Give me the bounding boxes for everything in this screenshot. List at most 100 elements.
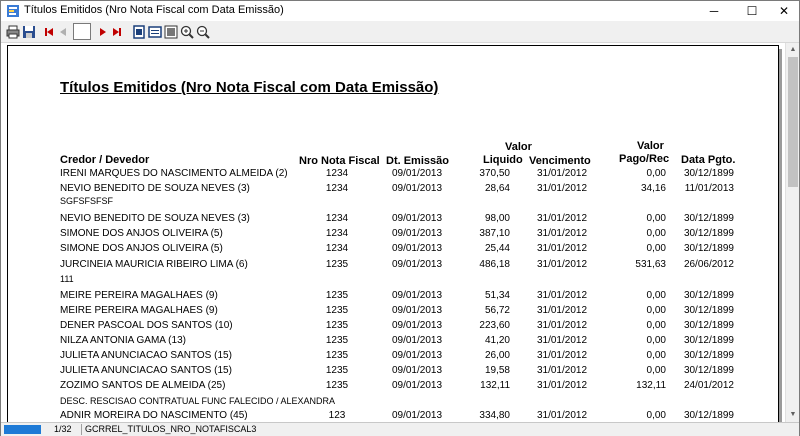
- cell-nro-nota: 1235: [325, 365, 349, 376]
- table-row: ZOZIMO SANTOS DE ALMEIDA (25) 1235 09/01/2…: [0, 380, 784, 394]
- cell-valor-pago: 0,00: [646, 290, 666, 301]
- cell-valor-pago: 0,00: [646, 350, 666, 361]
- cell-data-pgto: 26/06/2012: [683, 259, 734, 270]
- cell-credor: NEVIO BENEDITO DE SOUZA NEVES (3): [60, 213, 250, 224]
- cell-data-pgto: 30/12/1899: [683, 350, 734, 361]
- table-row: MEIRE PEREIRA MAGALHAES (9) 1235 09/01/201…: [0, 305, 784, 319]
- report-name: GCRREL_TITULOS_NRO_NOTAFISCAL3: [85, 424, 257, 434]
- cell-valor-liquido: 51,34: [484, 290, 510, 301]
- header-valor-liquido-line1: Valor: [505, 141, 532, 153]
- cell-nro-nota: 1234: [325, 168, 349, 179]
- cell-nro-nota: 1235: [325, 259, 349, 270]
- table-row: MEIRE PEREIRA MAGALHAES (9) 1235 09/01/201…: [0, 290, 784, 304]
- cell-dt-emissao: 09/01/2013: [391, 350, 443, 361]
- header-valor-liquido-line2: Liquido: [483, 154, 523, 166]
- cell-valor-liquido: 19,58: [484, 365, 510, 376]
- cell-dt-emissao: 09/01/2013: [391, 243, 443, 254]
- cell-vencimento: 31/01/2012: [536, 365, 588, 376]
- cell-credor: JULIETA ANUNCIACAO SANTOS (15): [60, 365, 232, 376]
- cell-valor-pago: 132,11: [636, 380, 666, 391]
- cell-valor-pago: 0,00: [646, 243, 666, 254]
- table-row: SIMONE DOS ANJOS OLIVEIRA (5) 1234 09/01/2…: [0, 243, 784, 257]
- scroll-thumb[interactable]: [788, 57, 798, 187]
- page-counter: 1/32: [54, 424, 72, 434]
- cell-data-pgto: 30/12/1899: [683, 305, 734, 316]
- scroll-down-icon[interactable]: ▼: [789, 411, 797, 419]
- header-vencimento: Vencimento: [529, 155, 591, 167]
- cell-dt-emissao: 09/01/2013: [391, 213, 443, 224]
- cell-dt-emissao: 09/01/2013: [391, 410, 443, 421]
- cell-nro-nota: 1235: [325, 305, 349, 316]
- table-row: SIMONE DOS ANJOS OLIVEIRA (5) 1234 09/01/2…: [0, 228, 784, 242]
- cell-credor: JURCINEIA MAURICIA RIBEIRO LIMA (6): [60, 259, 248, 270]
- cell-valor-pago: 0,00: [646, 320, 666, 331]
- cell-vencimento: 31/01/2012: [536, 243, 588, 254]
- status-divider: [81, 424, 82, 435]
- header-valor-pago-line1: Valor: [637, 140, 664, 152]
- table-row: ADNIR MOREIRA DO NASCIMENTO (45) 123 09/01…: [0, 410, 784, 421]
- header-valor-pago-line2: Pago/Rec: [619, 153, 670, 165]
- cell-valor-liquido: 387,10: [479, 228, 510, 239]
- cell-valor-pago: 0,00: [646, 335, 666, 346]
- cell-valor-pago: 0,00: [646, 305, 666, 316]
- table-row: JURCINEIA MAURICIA RIBEIRO LIMA (6) 1235 0…: [0, 259, 784, 273]
- table-row: JULIETA ANUNCIACAO SANTOS (15) 1235 09/01/…: [0, 350, 784, 364]
- cell-dt-emissao: 09/01/2013: [391, 290, 443, 301]
- cell-dt-emissao: 09/01/2013: [391, 259, 443, 270]
- header-nro-nota: Nro Nota Fiscal: [299, 155, 380, 167]
- vertical-scrollbar[interactable]: ▲ ▼: [785, 43, 799, 422]
- cell-credor: DENER PASCOAL DOS SANTOS (10): [60, 320, 233, 331]
- cell-valor-pago: 0,00: [646, 365, 666, 376]
- header-dt-emissao: Dt. Emissão: [386, 155, 449, 167]
- cell-credor: MEIRE PEREIRA MAGALHAES (9): [60, 290, 218, 301]
- cell-valor-pago: 0,00: [646, 213, 666, 224]
- cell-credor: ZOZIMO SANTOS DE ALMEIDA (25): [60, 380, 226, 391]
- cell-nro-nota: 1234: [325, 243, 349, 254]
- report-content: Títulos Emitidos (Nro Nota Fiscal com Da…: [0, 0, 784, 421]
- cell-valor-liquido: 28,64: [484, 183, 510, 194]
- scroll-up-icon[interactable]: ▲: [789, 46, 797, 54]
- cell-valor-liquido: 370,50: [479, 168, 510, 179]
- cell-dt-emissao: 09/01/2013: [391, 320, 443, 331]
- cell-vencimento: 31/01/2012: [536, 259, 588, 270]
- cell-vencimento: 31/01/2012: [536, 213, 588, 224]
- cell-nro-nota: 1235: [325, 290, 349, 301]
- cell-dt-emissao: 09/01/2013: [391, 335, 443, 346]
- cell-vencimento: 31/01/2012: [536, 168, 588, 179]
- cell-valor-liquido: 223,60: [479, 320, 510, 331]
- cell-data-pgto: 30/12/1899: [683, 410, 734, 421]
- cell-vencimento: 31/01/2012: [536, 410, 588, 421]
- cell-valor-pago: 34,16: [640, 183, 666, 194]
- cell-vencimento: 31/01/2012: [536, 305, 588, 316]
- cell-dt-emissao: 09/01/2013: [391, 183, 443, 194]
- cell-dt-emissao: 09/01/2013: [391, 168, 443, 179]
- table-row: JULIETA ANUNCIACAO SANTOS (15) 1235 09/01/…: [0, 365, 784, 379]
- cell-credor: IRENI MARQUES DO NASCIMENTO ALMEIDA (2): [60, 168, 288, 179]
- cell-dt-emissao: 09/01/2013: [391, 380, 443, 391]
- cell-data-pgto: 30/12/1899: [683, 365, 734, 376]
- cell-vencimento: 31/01/2012: [536, 320, 588, 331]
- cell-nro-nota: 1235: [325, 350, 349, 361]
- header-credor: Credor / Devedor: [60, 154, 150, 166]
- cell-vencimento: 31/01/2012: [536, 335, 588, 346]
- cell-data-pgto: 30/12/1899: [683, 290, 734, 301]
- cell-valor-pago: 0,00: [646, 228, 666, 239]
- cell-nro-nota: 1235: [325, 320, 349, 331]
- cell-credor: NILZA ANTONIA GAMA (13): [60, 335, 186, 346]
- cell-data-pgto: 30/12/1899: [683, 168, 734, 179]
- cell-valor-liquido: 25,44: [484, 243, 510, 254]
- cell-valor-liquido: 486,18: [479, 259, 510, 270]
- cell-vencimento: 31/01/2012: [536, 183, 588, 194]
- cell-nro-nota: 1235: [325, 335, 349, 346]
- cell-vencimento: 31/01/2012: [536, 380, 588, 391]
- cell-valor-liquido: 26,00: [484, 350, 510, 361]
- cell-nro-nota: 123: [328, 410, 346, 421]
- table-row: IRENI MARQUES DO NASCIMENTO ALMEIDA (2) 1…: [0, 168, 784, 182]
- cell-valor-liquido: 132,11: [480, 380, 510, 391]
- table-row: DENER PASCOAL DOS SANTOS (10) 1235 09/01/2…: [0, 320, 784, 334]
- cell-credor: JULIETA ANUNCIACAO SANTOS (15): [60, 350, 232, 361]
- cell-valor-liquido: 334,80: [479, 410, 510, 421]
- row-note: DESC. RESCISAO CONTRATUAL FUNC FALECIDO …: [60, 396, 336, 406]
- table-row: NEVIO BENEDITO DE SOUZA NEVES (3) 1234 09/…: [0, 183, 784, 197]
- cell-credor: MEIRE PEREIRA MAGALHAES (9): [60, 305, 218, 316]
